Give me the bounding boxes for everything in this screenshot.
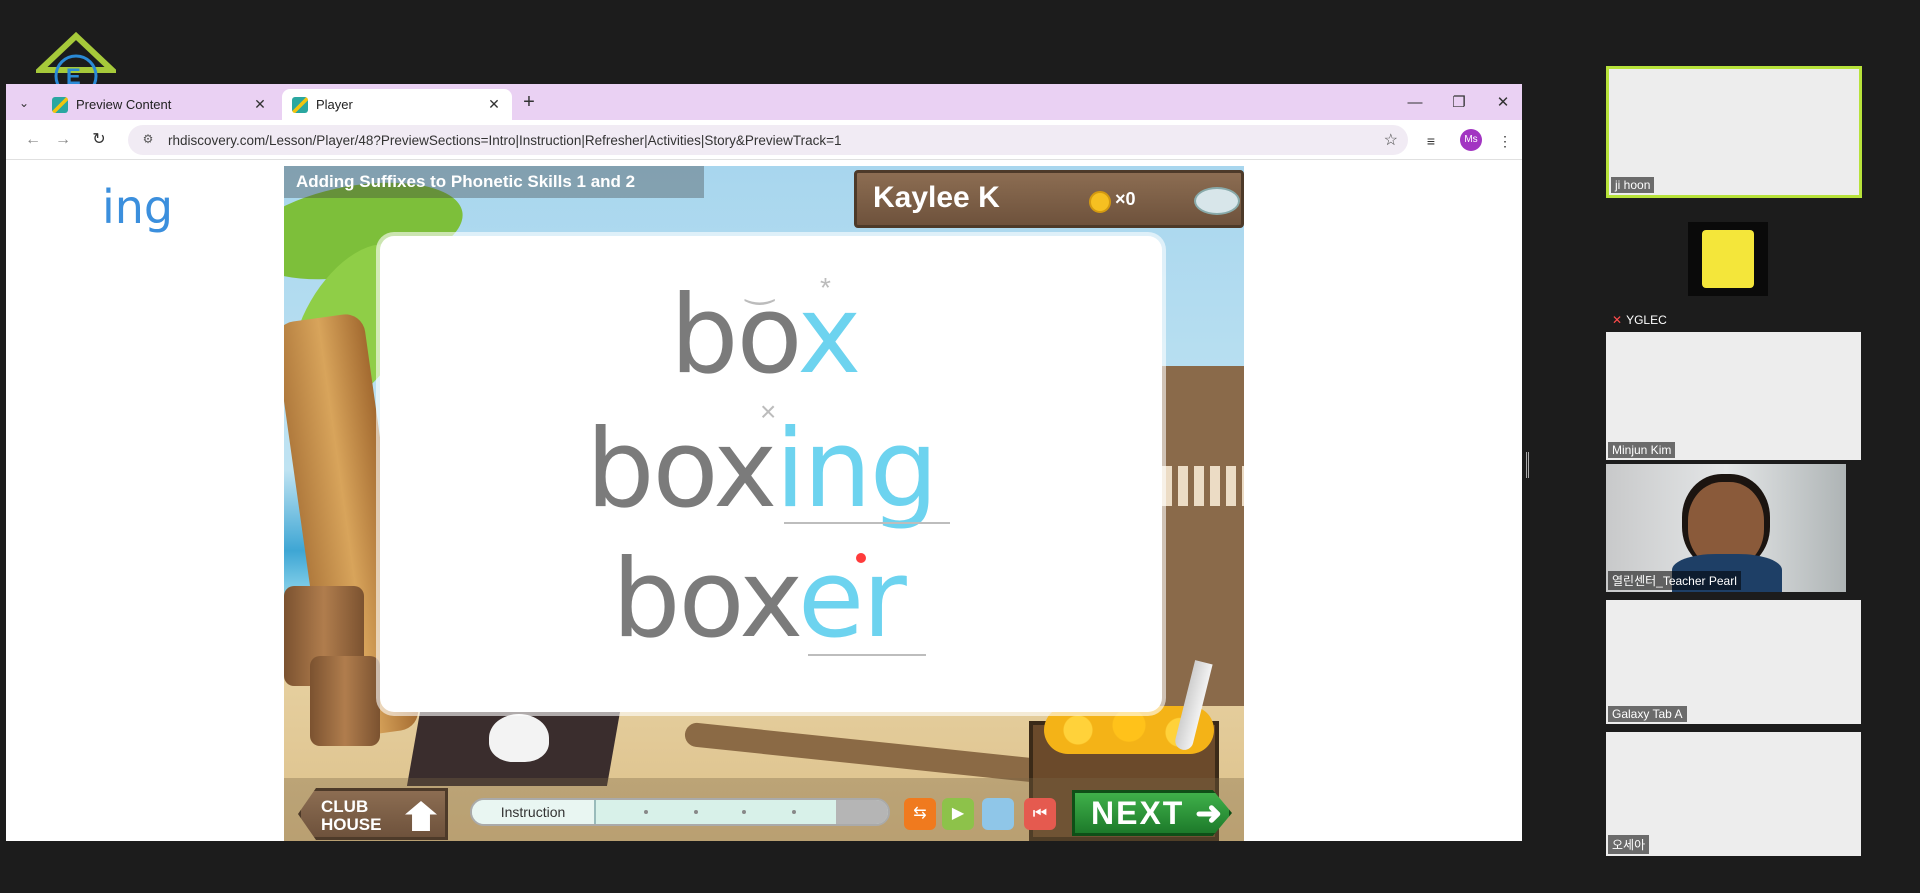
butterfly-favicon-icon <box>292 96 308 113</box>
game-control-bar: CLUB HOUSE Instruction ⇆ ▶ ⏮ NEXT ➜ <box>284 778 1244 841</box>
progress-dot <box>644 810 648 814</box>
participant-name: Galaxy Tab A <box>1608 706 1687 722</box>
butterfly-favicon-icon <box>52 96 68 113</box>
site-info-icon[interactable]: ⚙ <box>140 132 156 148</box>
tab-search-chevron-icon[interactable]: ⌄ <box>14 93 34 113</box>
lesson-title: Adding Suffixes to Phonetic Skills 1 and… <box>284 166 704 198</box>
address-bar[interactable]: ⚙ rhdiscovery.com/Lesson/Player/48?Previ… <box>128 125 1408 155</box>
word-card: ‿ * box × boxing boxer <box>380 236 1162 712</box>
browser-window: ⌄ Preview Content ✕ Player ✕ + — ❐ ✕ ← →… <box>6 84 1522 841</box>
player-name: Kaylee K <box>873 181 1000 214</box>
tab-preview-content[interactable]: Preview Content ✕ <box>42 89 278 120</box>
new-tab-icon[interactable]: + <box>518 92 540 114</box>
browser-toolbar: ← → ↻ ⚙ rhdiscovery.com/Lesson/Player/48… <box>6 120 1522 160</box>
profile-avatar[interactable]: Ms <box>1460 129 1482 151</box>
url-text: rhdiscovery.com/Lesson/Player/48?Preview… <box>168 132 842 148</box>
reload-icon[interactable]: ↻ <box>88 129 110 151</box>
spongebob-avatar <box>1688 222 1768 296</box>
rewind-icon[interactable]: ⏮ <box>1024 798 1056 830</box>
more-menu-icon[interactable]: ⋮ <box>1494 130 1516 152</box>
video-tile-galaxy-tab-a[interactable]: Galaxy Tab A <box>1606 600 1861 724</box>
lesson-progress-bar: Instruction <box>470 798 890 826</box>
barrel-decoration <box>310 656 380 746</box>
suffix-underline <box>808 654 926 656</box>
suffix-underline <box>784 522 950 524</box>
word-boxing: boxing <box>586 407 938 532</box>
player-nameplate: Kaylee K ×0 <box>854 170 1244 228</box>
tab-player[interactable]: Player ✕ <box>282 89 512 120</box>
bookmark-star-icon[interactable]: ☆ <box>1384 130 1398 150</box>
panel-resize-handle[interactable] <box>1526 452 1529 478</box>
participant-name: 오세아 <box>1608 835 1650 854</box>
blank-button[interactable] <box>982 798 1014 830</box>
minimize-icon[interactable]: — <box>1404 92 1426 114</box>
tab-title: Preview Content <box>76 97 172 112</box>
progress-dot <box>792 810 796 814</box>
play-icon[interactable]: ▶ <box>942 798 974 830</box>
mic-muted-icon: ✕ <box>1612 313 1623 327</box>
media-control-icon[interactable]: ≡ <box>1420 130 1442 152</box>
forward-icon[interactable]: → <box>52 129 74 151</box>
video-tile-ji-hoon[interactable]: ji hoon <box>1606 66 1862 198</box>
close-tab-icon[interactable]: ✕ <box>486 96 502 113</box>
treasure-map-button[interactable] <box>1194 187 1240 215</box>
tab-strip: ⌄ Preview Content ✕ Player ✕ + — ❐ ✕ <box>6 84 1522 120</box>
oar-decoration <box>683 721 1055 785</box>
progress-dot <box>694 810 698 814</box>
video-tile-osea[interactable]: 오세아 <box>1606 732 1861 856</box>
coin-icon <box>1089 191 1111 213</box>
word-box: box <box>670 273 861 398</box>
word-boxer: boxer <box>612 537 907 662</box>
skull-decoration <box>489 714 549 762</box>
video-tile-yglec[interactable]: ✕ YGLEC <box>1606 200 1862 330</box>
progress-section-label: Instruction <box>472 800 596 824</box>
back-icon[interactable]: ← <box>22 129 44 151</box>
close-tab-icon[interactable]: ✕ <box>252 96 268 113</box>
video-tile-teacher-pearl[interactable]: 열린센터_Teacher Pearl <box>1606 464 1846 592</box>
audio-settings-button[interactable]: ⇆ <box>904 798 936 830</box>
coin-count: ×0 <box>1115 189 1136 209</box>
participant-name: 열린센터_Teacher Pearl <box>1608 571 1741 590</box>
restore-icon[interactable]: ❐ <box>1448 92 1470 114</box>
close-window-icon[interactable]: ✕ <box>1492 92 1514 114</box>
clubhouse-button[interactable]: CLUB HOUSE <box>298 788 448 840</box>
progress-remaining <box>836 800 888 824</box>
next-button[interactable]: NEXT ➜ <box>1072 790 1232 836</box>
participant-name: YGLEC <box>1626 313 1667 327</box>
tab-title: Player <box>316 97 353 112</box>
participant-name: Minjun Kim <box>1608 442 1676 458</box>
video-tile-minjun-kim[interactable]: Minjun Kim <box>1606 332 1861 460</box>
game-stage: Adding Suffixes to Phonetic Skills 1 and… <box>284 166 1244 841</box>
progress-dot <box>742 810 746 814</box>
participant-name: ji hoon <box>1611 177 1655 193</box>
side-word: ing <box>102 180 174 234</box>
